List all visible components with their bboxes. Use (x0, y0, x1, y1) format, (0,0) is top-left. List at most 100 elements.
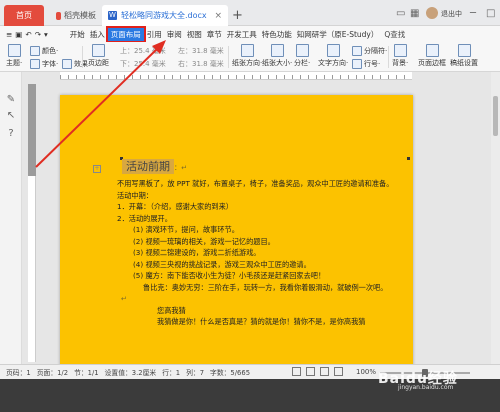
minimize-icon[interactable]: ─ (470, 8, 476, 19)
new-tab-button[interactable]: + (232, 8, 243, 23)
cursor-icon[interactable]: ↖ (5, 110, 17, 122)
menu-item[interactable]: 页面布局 (105, 25, 146, 43)
menu-item[interactable]: 特色功能 (260, 29, 294, 40)
ribbon-toolbar: 主题· 颜色· 字体· 效果· 页边距 上：25.4 毫米 下：25.4 毫米 … (0, 42, 500, 72)
document-body[interactable]: 活动前期 ：↵ 不用写黑板了，放 PPT 就好，布置桌子，椅子，准备奖品，观众中工… (117, 159, 407, 328)
vertical-scrollbar[interactable] (491, 72, 500, 364)
search-button[interactable]: Q查找 (384, 29, 405, 40)
line-numbers-button[interactable]: 行号· (352, 59, 380, 69)
menu-item[interactable]: 引用 (145, 29, 164, 40)
ruler-tick (332, 75, 333, 79)
top-margin-field[interactable]: 上：25.4 毫米 (120, 46, 166, 56)
file-menu-icon[interactable]: ≡ (6, 30, 12, 39)
menu-bar: ≡ ▣ ↶ ↷ ▾ 开始 插入 页面布局 引用 审阅 视图 章节 开发工具 特色功能 知网研学（原… (0, 25, 500, 43)
paragraph: 鲁比克：奥妙无穷：三阶在手，玩转一方，我看你着骰滑动，就破例一次吧。 (143, 282, 388, 292)
paragraph: (2) 视频一琉璃的相关，游戏一记忆的题目。 (133, 236, 275, 246)
ruler-tick (164, 75, 165, 79)
background-label: 背景· (392, 59, 409, 67)
save-icon[interactable]: ▣ (15, 30, 22, 39)
scrollbar-thumb[interactable] (493, 96, 498, 136)
menu-item[interactable]: 开发工具 (225, 29, 259, 40)
draft-settings-button[interactable]: 稿纸设置 (450, 44, 478, 68)
background-button[interactable]: 背景· (392, 44, 408, 68)
theme-label: 主题· (6, 59, 23, 67)
window-layout-icon[interactable]: ▭ (396, 8, 405, 19)
avatar[interactable] (426, 7, 438, 19)
ruler-tick (380, 75, 381, 79)
effects-button[interactable]: 效果· (62, 59, 90, 69)
orientation-button[interactable]: 纸张方向· (232, 44, 262, 68)
columns-button[interactable]: 分栏· (294, 44, 310, 68)
window-tile-icon[interactable]: ▦ (410, 8, 419, 19)
left-margin-field[interactable]: 左：31.8 毫米 (178, 46, 224, 56)
paper-size-button[interactable]: 纸张大小· (262, 44, 292, 68)
outline-view-icon[interactable] (306, 367, 315, 376)
move-handle-icon[interactable]: + (93, 165, 101, 173)
undo-icon[interactable]: ↶ (25, 30, 31, 39)
text-direction-button[interactable]: 文字方向· (318, 44, 348, 68)
web-view-icon[interactable] (320, 367, 329, 376)
reading-view-icon[interactable] (334, 367, 343, 376)
ruler-tick (348, 75, 349, 79)
divider (228, 46, 229, 68)
title-bar: 首页 稻壳模板 W 轻松略同游戏大全.docx × + ▭ ▦ 退出中 ─ □ (0, 0, 500, 26)
pen-icon[interactable]: ✎ (5, 94, 17, 106)
help-icon[interactable]: ? (5, 128, 17, 140)
margins-button[interactable]: 页边距 (88, 44, 109, 68)
ruler-tick (372, 75, 373, 79)
font-icon (30, 59, 40, 69)
fonts-button[interactable]: 字体· (30, 59, 58, 69)
ruler-tick (132, 75, 133, 79)
separator-button[interactable]: 分隔符· (352, 46, 387, 56)
ruler-tick (340, 75, 341, 79)
user-name[interactable]: 退出中 (441, 9, 462, 19)
colors-button[interactable]: 颜色· (30, 46, 58, 56)
paragraph: 您高我猜 (157, 305, 186, 315)
orientation-label: 纸张方向· (232, 59, 263, 67)
ruler-tick (156, 75, 157, 79)
ruler-tick (284, 75, 285, 79)
paper-size-icon (270, 44, 284, 57)
tab-template[interactable]: 稻壳模板 (50, 5, 102, 26)
word-doc-icon: W (108, 11, 117, 20)
paragraph-mark: ↵ (121, 294, 128, 303)
menu-item[interactable]: 审阅 (165, 29, 184, 40)
ruler-tick (92, 75, 93, 79)
document-heading: 活动前期 (122, 159, 174, 174)
document-page[interactable]: + 活动前期 ：↵ 不用写黑板了，放 PPT 就好，布置桌子，椅子，准备奖品，观众… (60, 95, 413, 367)
ruler-tick (404, 75, 405, 79)
tab-template-label: 稻壳模板 (64, 11, 96, 20)
tab-document-label: 轻松略同游戏大全.docx (121, 11, 207, 20)
menu-item[interactable]: 视图 (185, 29, 204, 40)
bottom-margin-field[interactable]: 下：25.4 毫米 (120, 59, 166, 69)
page-border-button[interactable]: 页面边框 (418, 44, 446, 68)
restore-icon[interactable]: □ (486, 8, 495, 19)
line-numbers-label: 行号· (364, 60, 381, 68)
zoom-level[interactable]: 100% (356, 368, 376, 376)
page-view-icon[interactable] (292, 367, 301, 376)
watermark-url: jingyan.baidu.com (398, 384, 454, 391)
background-icon (393, 44, 407, 57)
menu-item[interactable]: 插入 (88, 29, 107, 40)
menu-item[interactable]: 章节 (205, 29, 224, 40)
ruler-tick (316, 75, 317, 79)
paper-size-label: 纸张大小· (262, 59, 293, 67)
ruler-tick (396, 75, 397, 79)
docer-icon (56, 11, 61, 20)
tab-home[interactable]: 首页 (4, 5, 44, 26)
ruler-tick (196, 75, 197, 79)
vertical-ruler[interactable] (28, 84, 36, 362)
close-tab-icon[interactable]: × (214, 11, 222, 21)
more-icon[interactable]: ▾ (44, 30, 48, 39)
ruler-tick (300, 75, 301, 79)
ruler-tick (124, 75, 125, 79)
redo-icon[interactable]: ↷ (35, 30, 41, 39)
paragraph: 1．开幕：（介绍，感谢大家的到来） (117, 202, 233, 211)
menu-item[interactable]: 知网研学（原E-Study） (295, 29, 381, 40)
theme-button[interactable]: 主题· (6, 44, 22, 68)
right-margin-field[interactable]: 右：31.8 毫米 (178, 59, 224, 69)
menu-item[interactable]: 开始 (68, 29, 87, 40)
tab-document[interactable]: W 轻松略同游戏大全.docx × (102, 5, 228, 26)
ruler-tick (84, 75, 85, 79)
horizontal-ruler[interactable] (60, 72, 412, 80)
